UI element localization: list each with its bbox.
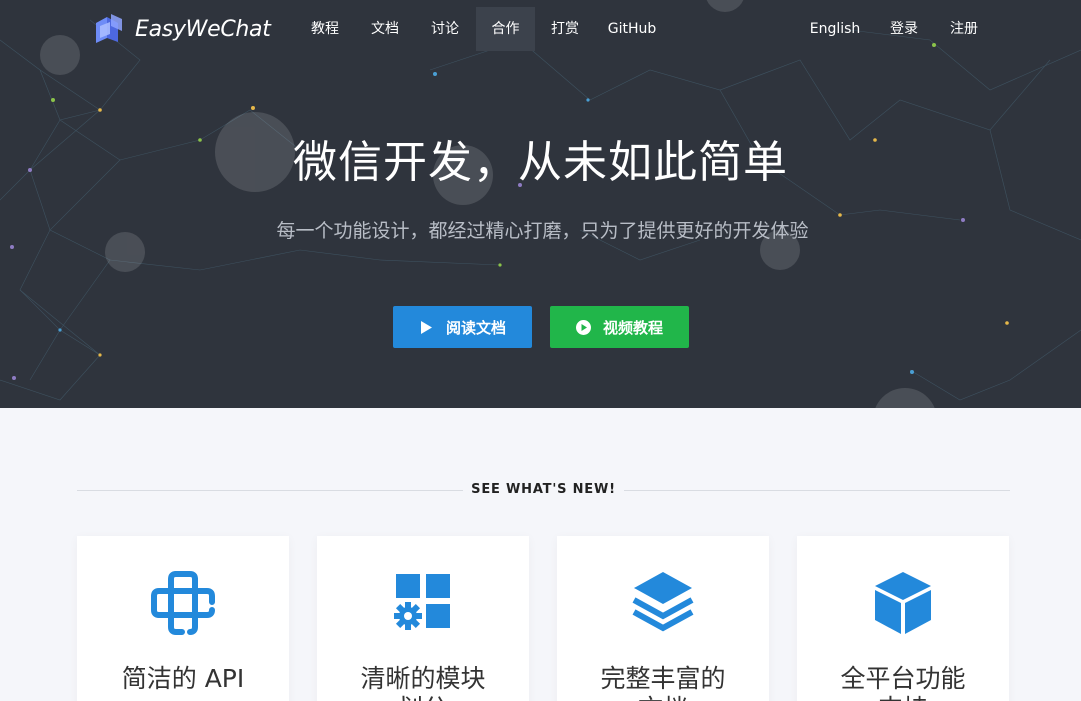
play-circle-icon (575, 319, 591, 335)
feature-title: 全平台功能支持 (840, 664, 966, 701)
layers-icon (632, 572, 694, 632)
nav-english[interactable]: English (803, 7, 867, 51)
feature-title: 简洁的 API (121, 664, 245, 693)
nav-donate[interactable]: 打赏 (540, 7, 590, 51)
play-triangle-icon (420, 320, 432, 334)
nav-login[interactable]: 登录 (879, 7, 929, 51)
top-navbar: EasyWeChat 教程 文档 讨论 合作 打赏 GitHub English… (0, 0, 1081, 58)
cube-icon (875, 572, 931, 634)
feature-card-docs[interactable]: 完整丰富的文档 (557, 536, 769, 701)
feature-title: 清晰的模块划分 (360, 664, 486, 701)
read-docs-button[interactable]: 阅读文档 (393, 306, 532, 348)
modules-gear-icon (394, 574, 450, 630)
cube-logo-icon (96, 14, 122, 43)
feature-card-platform[interactable]: 全平台功能支持 (797, 536, 1009, 701)
nav-docs[interactable]: 文档 (360, 7, 410, 51)
section-heading-text: SEE WHAT'S NEW! (471, 482, 616, 497)
read-docs-label: 阅读文档 (445, 318, 506, 337)
nav-tutorial[interactable]: 教程 (300, 7, 350, 51)
divider-left (77, 490, 463, 491)
brand-logo[interactable]: EasyWeChat (92, 12, 272, 46)
brand-name: EasyWeChat (135, 16, 271, 42)
hero-title: 微信开发，从未如此简单 (293, 137, 788, 188)
particle-network-background (0, 0, 1081, 408)
nav-register[interactable]: 注册 (939, 7, 989, 51)
nav-cooperate[interactable]: 合作 (476, 7, 535, 51)
hero-subtitle: 每一个功能设计，都经过精心打磨，只为了提供更好的开发体验 (276, 220, 809, 242)
nav-discuss[interactable]: 讨论 (420, 7, 470, 51)
cross-link-icon (151, 571, 215, 635)
feature-title: 完整丰富的文档 (600, 664, 726, 701)
feature-card-modules[interactable]: 清晰的模块划分 (317, 536, 529, 701)
hero-banner: EasyWeChat 教程 文档 讨论 合作 打赏 GitHub English… (0, 0, 1081, 408)
divider-right (624, 490, 1010, 491)
section-heading: SEE WHAT'S NEW! (77, 480, 1010, 500)
video-tutorial-button[interactable]: 视频教程 (550, 306, 689, 348)
feature-card-api[interactable]: 简洁的 API (77, 536, 289, 701)
video-tutorial-label: 视频教程 (602, 318, 663, 337)
nav-github[interactable]: GitHub (600, 7, 664, 51)
